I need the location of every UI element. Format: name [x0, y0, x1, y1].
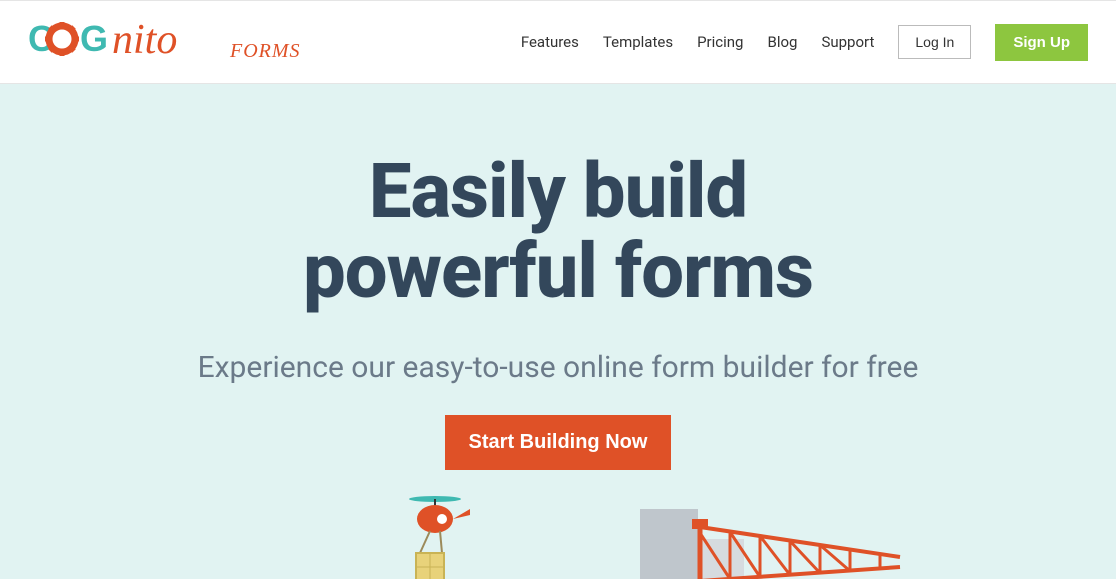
start-building-button[interactable]: Start Building Now: [445, 415, 672, 470]
cognito-logo-icon: C G nito: [28, 17, 224, 61]
hero-illustration: [0, 491, 1116, 579]
hero-title-line1: Easily build: [369, 146, 747, 236]
nav-blog[interactable]: Blog: [767, 33, 797, 51]
hero-section: Easily build powerful forms Experience o…: [0, 84, 1116, 579]
site-header: C G nito FORMS Features Templates: [0, 0, 1116, 84]
nav-features[interactable]: Features: [521, 33, 579, 51]
hero-title: Easily build powerful forms: [20, 152, 1096, 312]
main-nav: Features Templates Pricing Blog Support …: [521, 24, 1088, 61]
svg-text:G: G: [80, 18, 108, 59]
nav-pricing[interactable]: Pricing: [697, 33, 743, 51]
signup-button[interactable]: Sign Up: [995, 24, 1088, 61]
hero-title-line2: powerful forms: [303, 226, 813, 316]
logo-forms-text: FORMS: [230, 40, 301, 63]
nav-templates[interactable]: Templates: [603, 33, 673, 51]
hero-subtitle: Experience our easy-to-use online form b…: [20, 350, 1096, 385]
login-button[interactable]: Log In: [898, 25, 971, 59]
helicopter-icon: [409, 496, 470, 579]
nav-support[interactable]: Support: [821, 33, 874, 51]
site-logo[interactable]: C G nito FORMS: [28, 17, 301, 67]
svg-text:nito: nito: [112, 17, 177, 61]
